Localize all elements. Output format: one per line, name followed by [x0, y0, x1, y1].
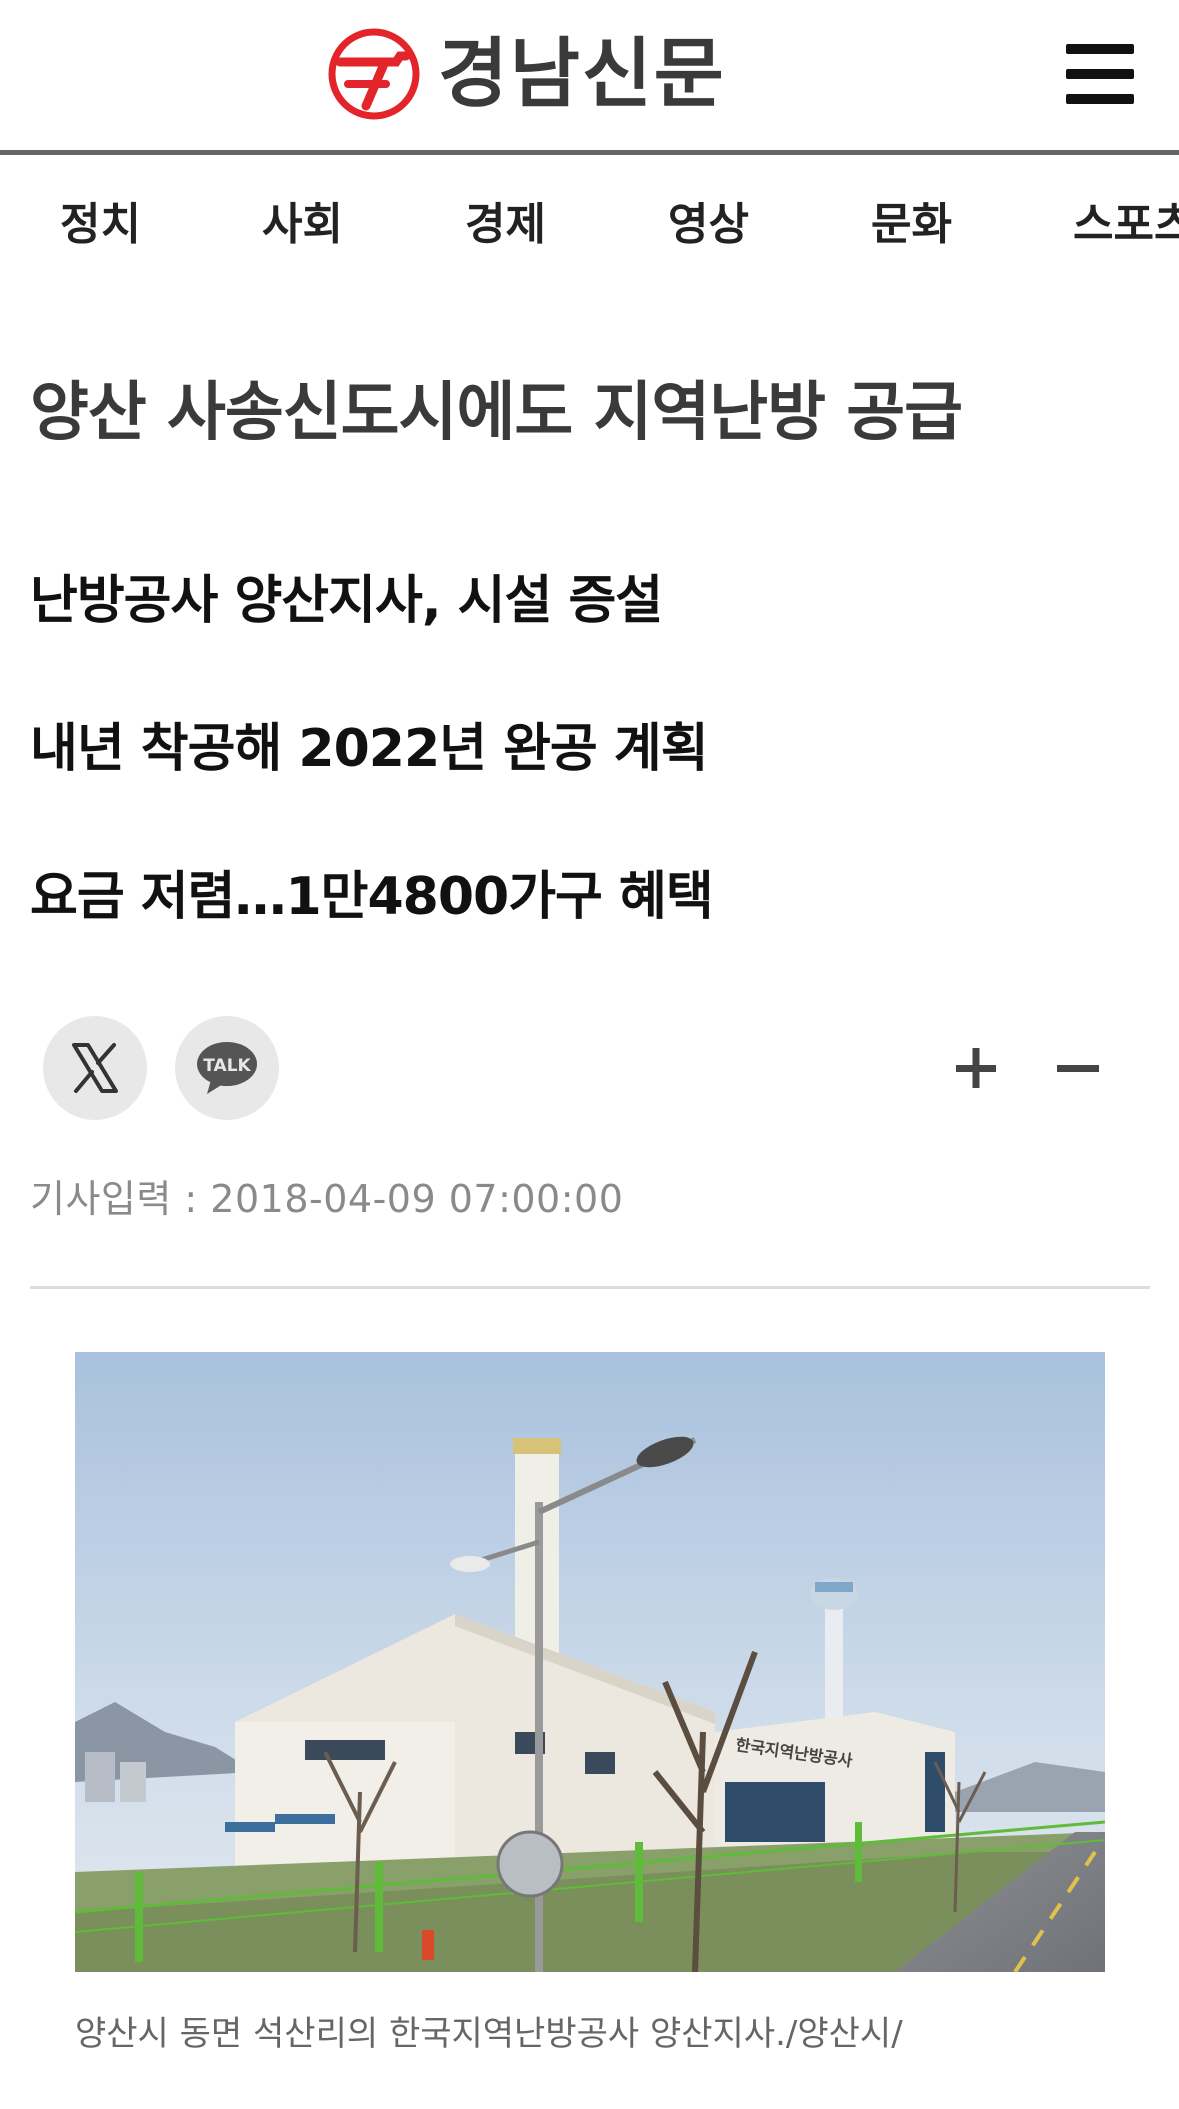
- site-logo[interactable]: 경남신문: [326, 28, 726, 120]
- kakaotalk-label: TALK: [203, 1056, 251, 1076]
- plus-icon: [956, 1048, 996, 1088]
- minus-icon: [1057, 1065, 1099, 1072]
- share-x-button[interactable]: [43, 1016, 147, 1120]
- category-nav: 정치 사회 경제 영상 문화 스포츠: [0, 160, 1179, 280]
- kakaotalk-icon: TALK: [197, 1042, 257, 1094]
- photo-caption: 양산시 동면 석산리의 한국지역난방공사 양산지사./양산시/: [75, 2014, 903, 2054]
- hamburger-menu-icon[interactable]: [1066, 44, 1134, 104]
- article-date: 기사입력 : 2018-04-09 07:00:00: [30, 1177, 624, 1221]
- share-kakaotalk-button[interactable]: TALK: [175, 1016, 279, 1120]
- font-increase-button[interactable]: [941, 1030, 1011, 1106]
- article-subhead-2: 내년 착공해 2022년 완공 계획: [30, 719, 709, 779]
- nav-item-culture[interactable]: 문화: [871, 188, 952, 252]
- nav-item-politics[interactable]: 정치: [60, 188, 141, 252]
- nav-item-economy[interactable]: 경제: [465, 188, 546, 252]
- article-headline: 양산 사송신도시에도 지역난방 공급: [30, 376, 963, 450]
- divider: [30, 1286, 1150, 1289]
- site-logo-text: 경남신문: [438, 29, 726, 118]
- gyeongnam-logo-mark-icon: [328, 28, 420, 120]
- article-subhead-1: 난방공사 양산지사, 시설 증설: [30, 571, 663, 631]
- article-photo[interactable]: 한국지역난방공사: [75, 1352, 1105, 1972]
- nav-item-video[interactable]: 영상: [668, 188, 749, 252]
- x-twitter-icon: [72, 1043, 118, 1093]
- article-subhead-3: 요금 저렴…1만4800가구 혜택: [30, 867, 714, 927]
- nav-item-society[interactable]: 사회: [262, 188, 343, 252]
- font-decrease-button[interactable]: [1043, 1030, 1113, 1106]
- site-header: 경남신문: [0, 0, 1179, 155]
- nav-item-sports[interactable]: 스포츠: [1073, 188, 1179, 252]
- heating-plant-photo: 한국지역난방공사: [75, 1352, 1105, 1972]
